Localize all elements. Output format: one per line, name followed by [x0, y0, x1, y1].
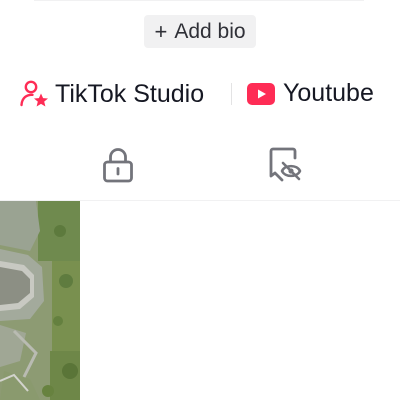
aerial-ruins-image	[0, 201, 80, 400]
profile-links: TikTok Studio Youtube	[0, 76, 400, 112]
tiktok-studio-label: TikTok Studio	[55, 79, 205, 108]
video-thumbnail[interactable]	[0, 201, 80, 400]
youtube-label: Youtube	[283, 79, 374, 107]
add-bio-button[interactable]: + Add bio	[144, 15, 256, 48]
links-divider	[231, 83, 232, 105]
bio-row: + Add bio	[0, 15, 400, 48]
profile-page: + Add bio TikTok Studio Youtube	[0, 0, 400, 400]
plus-icon: +	[154, 18, 168, 44]
add-bio-label: Add bio	[174, 19, 246, 43]
top-divider	[34, 0, 364, 1]
youtube-link[interactable]: Youtube	[247, 79, 374, 108]
tab-liked-videos-hidden[interactable]	[225, 140, 345, 190]
tiktok-studio-link[interactable]: TikTok Studio	[19, 79, 204, 109]
youtube-icon	[247, 82, 275, 105]
tab-private-videos[interactable]	[58, 140, 178, 190]
profile-tabs	[0, 140, 400, 201]
video-grid	[0, 201, 400, 400]
bookmark-eye-off-icon	[269, 147, 302, 182]
person-star-icon	[20, 80, 48, 107]
lock-icon	[103, 148, 133, 183]
